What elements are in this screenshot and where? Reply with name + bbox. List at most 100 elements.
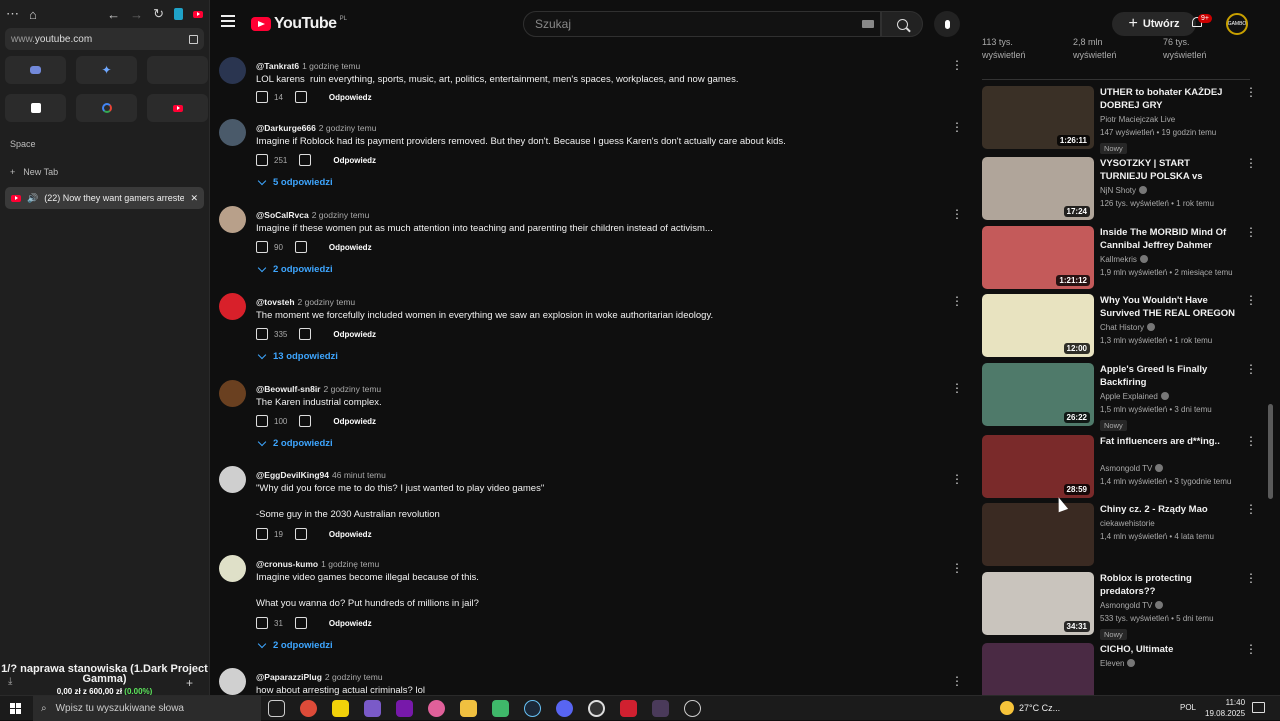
comment-avatar[interactable] bbox=[219, 668, 246, 695]
more-options-icon[interactable]: ⋮ bbox=[1245, 226, 1257, 238]
comment-avatar[interactable] bbox=[219, 555, 246, 582]
url-bar[interactable]: www. youtube.com bbox=[5, 28, 204, 50]
recommended-video[interactable]: 28:59 Fat influencers are d**ing.. Asmongo… bbox=[982, 435, 1257, 499]
video-channel[interactable]: Eleven bbox=[1100, 659, 1136, 668]
reply-button[interactable]: Odpowiedz bbox=[329, 93, 372, 102]
more-options-icon[interactable]: ⋮ bbox=[951, 675, 963, 687]
weather-widget[interactable]: 27°C Cz... bbox=[1000, 701, 1060, 715]
recommended-video[interactable]: Chiny cz. 2 - Rządy Mao ciekawehistorie 1,… bbox=[982, 503, 1257, 567]
menu-dots-icon[interactable]: ⋯ bbox=[6, 6, 19, 22]
windows-start-icon[interactable] bbox=[10, 703, 21, 714]
more-options-icon[interactable]: ⋮ bbox=[951, 121, 963, 133]
obs-icon[interactable] bbox=[588, 700, 605, 717]
video-title[interactable]: Roblox is protecting predators?? bbox=[1100, 572, 1240, 598]
more-options-icon[interactable]: ⋮ bbox=[951, 59, 963, 71]
comment-time[interactable]: 1 godzinę temu bbox=[302, 61, 360, 71]
more-options-icon[interactable]: ⋮ bbox=[951, 562, 963, 574]
chrome-icon[interactable] bbox=[300, 700, 317, 717]
video-channel[interactable]: Piotr Maciejczak Live bbox=[1100, 115, 1175, 124]
video-channel[interactable]: Apple Explained bbox=[1100, 392, 1169, 401]
pinned-empty[interactable] bbox=[147, 56, 208, 84]
like-icon[interactable] bbox=[256, 617, 268, 629]
dislike-icon[interactable] bbox=[294, 617, 307, 629]
author-name[interactable]: @Tankrat6 bbox=[256, 61, 299, 71]
more-options-icon[interactable]: ⋮ bbox=[1245, 363, 1257, 375]
show-replies-button[interactable]: 2 odpowiedzi bbox=[257, 437, 333, 449]
recommended-video[interactable]: CICHO, Ultimate Eleven ⋮ bbox=[982, 643, 1257, 695]
language-indicator[interactable]: POL bbox=[1180, 703, 1196, 712]
more-options-icon[interactable]: ⋮ bbox=[1245, 503, 1257, 515]
video-title[interactable]: CICHO, Ultimate bbox=[1100, 643, 1240, 656]
scrollbar[interactable] bbox=[1268, 404, 1273, 499]
like-icon[interactable] bbox=[256, 154, 268, 166]
close-icon[interactable]: ✕ bbox=[190, 193, 198, 204]
more-options-icon[interactable]: ⋮ bbox=[1245, 572, 1257, 584]
recommended-video[interactable]: 26:22 Apple's Greed Is Finally Backfiring… bbox=[982, 363, 1257, 431]
video-channel[interactable]: Asmongold TV bbox=[1100, 601, 1164, 610]
video-channel[interactable]: ciekawehistorie bbox=[1100, 519, 1155, 528]
back-icon[interactable]: ← bbox=[107, 7, 120, 22]
dislike-icon[interactable] bbox=[299, 328, 312, 340]
video-thumbnail[interactable]: 17:24 bbox=[982, 157, 1094, 220]
video-title[interactable]: Fat influencers are d**ing.. bbox=[1100, 435, 1240, 448]
more-options-icon[interactable]: ⋮ bbox=[1245, 294, 1257, 306]
author-name[interactable]: @Darkurge666 bbox=[256, 123, 316, 133]
video-title[interactable]: UTHER to bohater KAŻDEJ DOBREJ GRY bbox=[1100, 86, 1240, 112]
recommended-video[interactable]: 12:00 Why You Wouldn't Have Survived THE … bbox=[982, 294, 1257, 358]
speaker-icon[interactable]: 🔊 bbox=[27, 193, 38, 204]
author-name[interactable]: @PaparazziPlug bbox=[256, 672, 322, 682]
more-options-icon[interactable]: ⋮ bbox=[951, 295, 963, 307]
comment-avatar[interactable] bbox=[219, 466, 246, 493]
comment-time[interactable]: 1 godzinę temu bbox=[321, 559, 379, 569]
reply-button[interactable]: Odpowiedz bbox=[333, 156, 376, 165]
more-options-icon[interactable]: ⋮ bbox=[1245, 157, 1257, 169]
comment-time[interactable]: 2 godziny temu bbox=[312, 210, 370, 220]
comment-time[interactable]: 2 godziny temu bbox=[298, 297, 356, 307]
keyboard-icon[interactable] bbox=[862, 20, 874, 28]
reply-button[interactable]: Odpowiedz bbox=[329, 530, 372, 539]
pinned-discord[interactable] bbox=[5, 56, 66, 84]
reply-button[interactable]: Odpowiedz bbox=[333, 417, 376, 426]
video-thumbnail[interactable]: 28:59 bbox=[982, 435, 1094, 498]
pinned-youtube[interactable] bbox=[147, 94, 208, 122]
app-icon[interactable] bbox=[364, 700, 381, 717]
comment-avatar[interactable] bbox=[219, 57, 246, 84]
active-tab[interactable]: 🔊 (22) Now they want gamers arrested.. ✕ bbox=[5, 187, 204, 209]
recommended-video[interactable]: 34:31 Roblox is protecting predators?? Asm… bbox=[982, 572, 1257, 640]
comment-avatar[interactable] bbox=[219, 119, 246, 146]
comment-time[interactable]: 46 minut temu bbox=[332, 470, 386, 480]
onenote-icon[interactable] bbox=[396, 700, 413, 717]
forward-icon[interactable]: → bbox=[130, 7, 143, 22]
video-title[interactable]: Inside The MORBID Mind Of Cannibal Jeffr… bbox=[1100, 226, 1240, 252]
show-replies-button[interactable]: 5 odpowiedzi bbox=[257, 176, 333, 188]
more-options-icon[interactable]: ⋮ bbox=[1245, 643, 1257, 655]
app-icon[interactable] bbox=[428, 700, 445, 717]
app-icon[interactable] bbox=[652, 700, 669, 717]
dislike-icon[interactable] bbox=[294, 241, 307, 253]
video-title[interactable]: Apple's Greed Is Finally Backfiring bbox=[1100, 363, 1240, 389]
recommended-video[interactable]: 1:21:12 Inside The MORBID Mind Of Canniba… bbox=[982, 226, 1257, 290]
youtube-logo[interactable]: YouTube PL bbox=[251, 15, 347, 33]
author-name[interactable]: @Beowulf-sn8ir bbox=[256, 384, 321, 394]
reply-button[interactable]: Odpowiedz bbox=[329, 243, 372, 252]
video-thumbnail[interactable]: 1:21:12 bbox=[982, 226, 1094, 289]
comment-time[interactable]: 2 godziny temu bbox=[319, 123, 377, 133]
task-view-icon[interactable] bbox=[268, 700, 285, 717]
app-icon[interactable] bbox=[492, 700, 509, 717]
pinned-gemini[interactable]: ✦ bbox=[76, 56, 137, 84]
notification-center-icon[interactable] bbox=[1252, 702, 1265, 713]
pinned-google[interactable] bbox=[76, 94, 137, 122]
add-icon[interactable]: + bbox=[186, 676, 193, 690]
new-tab-button[interactable]: + New Tab bbox=[10, 167, 209, 177]
dislike-icon[interactable] bbox=[299, 154, 312, 166]
video-title[interactable]: VYSOTZKY | START TURNIEJU POLSKA vs NIEM… bbox=[1100, 157, 1240, 183]
steam-icon[interactable] bbox=[524, 700, 541, 717]
like-icon[interactable] bbox=[256, 328, 268, 340]
app-icon[interactable] bbox=[620, 700, 637, 717]
dislike-icon[interactable] bbox=[299, 415, 312, 427]
taskbar-search[interactable]: ⌕ Wpisz tu wyszukiwane słowa bbox=[33, 696, 261, 721]
more-options-icon[interactable]: ⋮ bbox=[1245, 435, 1257, 447]
video-thumbnail[interactable]: 34:31 bbox=[982, 572, 1094, 635]
like-icon[interactable] bbox=[256, 528, 268, 540]
more-options-icon[interactable]: ⋮ bbox=[951, 473, 963, 485]
